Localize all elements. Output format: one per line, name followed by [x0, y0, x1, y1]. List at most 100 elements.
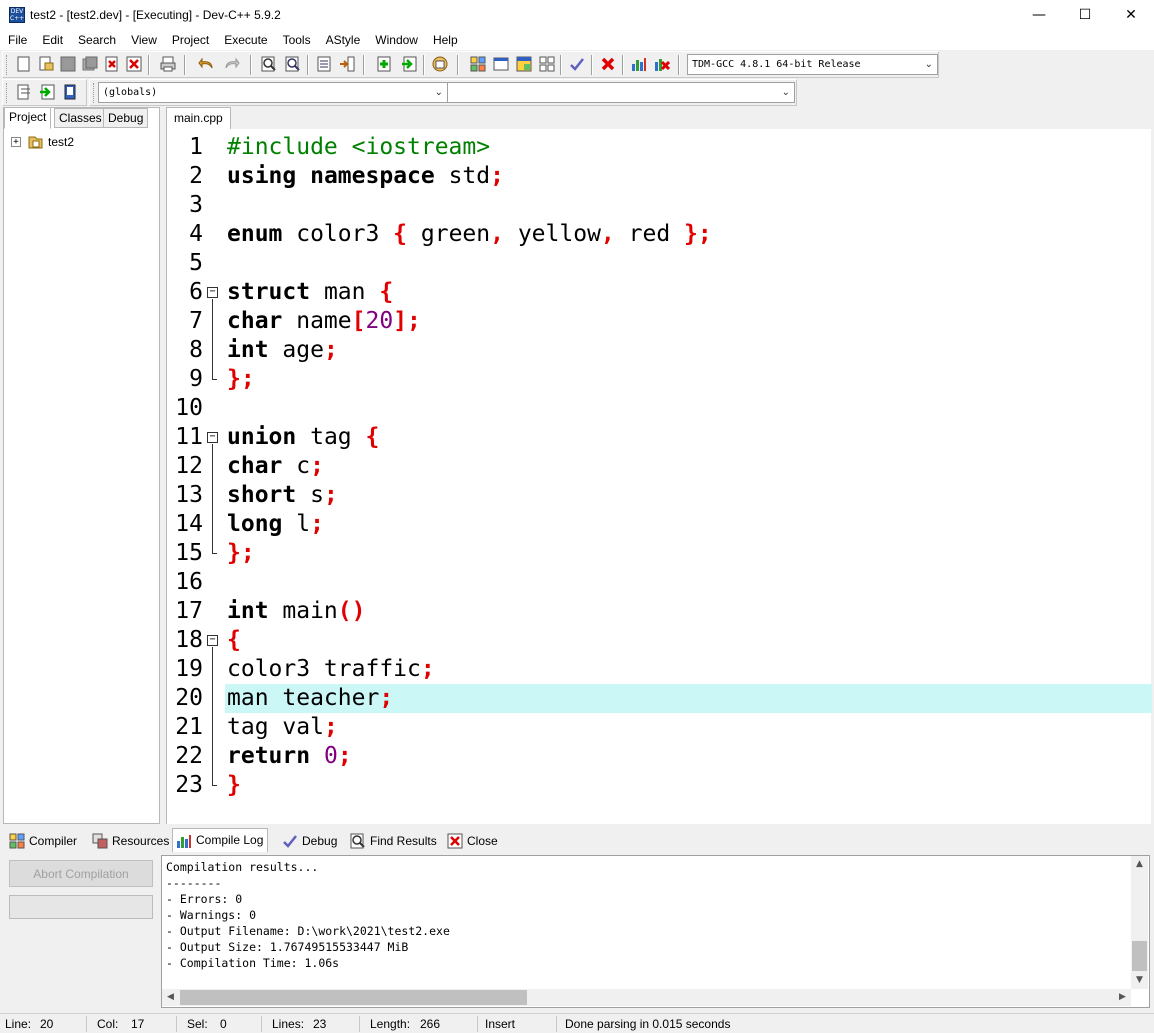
- toolbar-grip[interactable]: [6, 55, 10, 75]
- project-panel: [3, 107, 160, 824]
- scroll-thumb[interactable]: [1132, 941, 1147, 971]
- find-icon[interactable]: [259, 54, 279, 74]
- fold-toggle-icon[interactable]: −: [207, 432, 218, 443]
- line-number: 17: [175, 598, 203, 624]
- run-icon[interactable]: [491, 54, 511, 74]
- menu-execute[interactable]: Execute: [216, 30, 274, 50]
- remove-from-project-icon[interactable]: [399, 54, 419, 74]
- line-number: 14: [175, 511, 203, 537]
- goto-line-icon[interactable]: [314, 54, 334, 74]
- syntax-check-icon[interactable]: [567, 54, 587, 74]
- print-icon[interactable]: [158, 54, 178, 74]
- tab-main-cpp[interactable]: main.cpp: [166, 107, 231, 129]
- tab-find-results[interactable]: Find Results: [347, 830, 441, 852]
- toolbar-grip[interactable]: [93, 83, 97, 103]
- menu-tools[interactable]: Tools: [275, 30, 318, 50]
- close-file-icon[interactable]: [102, 54, 122, 74]
- tab-debug[interactable]: Debug: [279, 830, 341, 852]
- line-number: 23: [175, 772, 203, 798]
- menu-astyle[interactable]: AStyle: [318, 30, 368, 50]
- log-horizontal-scrollbar[interactable]: ◀ ▶: [162, 989, 1131, 1006]
- menu-view[interactable]: View: [123, 30, 164, 50]
- save-all-icon[interactable]: [80, 54, 100, 74]
- menu-window[interactable]: Window: [367, 30, 425, 50]
- toggle-bookmark-icon[interactable]: [337, 54, 357, 74]
- project-options-icon[interactable]: [430, 54, 450, 74]
- goto-declaration-icon[interactable]: [37, 82, 57, 102]
- menu-file[interactable]: File: [0, 30, 34, 50]
- toolbar-separator: [457, 55, 459, 75]
- maximize-button[interactable]: ☐: [1062, 0, 1108, 30]
- menu-project[interactable]: Project: [164, 30, 216, 50]
- close-all-icon[interactable]: [124, 54, 144, 74]
- toolbar-separator: [184, 55, 186, 75]
- log-vertical-scrollbar[interactable]: ▲ ▼: [1131, 856, 1148, 989]
- toolbar-separator: [363, 55, 365, 75]
- code-line: {: [227, 627, 241, 653]
- scope-toolbar: (globals) ⌄ ⌄: [89, 79, 797, 106]
- scroll-thumb[interactable]: [180, 990, 527, 1005]
- tab-resources[interactable]: Resources: [89, 830, 173, 852]
- status-line-label: Line:: [5, 1017, 32, 1031]
- close-button[interactable]: ✕: [1108, 0, 1154, 30]
- abort-compilation-button[interactable]: Abort Compilation: [9, 860, 153, 887]
- line-number: 18: [175, 627, 203, 653]
- status-col-value: 17: [131, 1017, 145, 1031]
- log-line: Compilation results...: [166, 860, 319, 874]
- tab-close[interactable]: Close: [444, 830, 502, 852]
- fold-guide: [212, 299, 213, 379]
- toolbar-separator: [560, 55, 562, 75]
- title-bar: DEV C++ test2 - [test2.dev] - [Executing…: [0, 0, 1154, 30]
- new-file-icon[interactable]: [14, 54, 34, 74]
- code-line: char name[20];: [227, 308, 421, 334]
- goto-definition-icon[interactable]: [60, 82, 80, 102]
- compile-log[interactable]: Compilation results... -------- - Errors…: [161, 855, 1150, 1008]
- fold-toggle-icon[interactable]: −: [207, 635, 218, 646]
- tab-classes[interactable]: Classes: [54, 108, 107, 128]
- scope-select[interactable]: (globals) ⌄: [98, 82, 448, 103]
- status-lines-value: 23: [313, 1017, 327, 1031]
- minimize-button[interactable]: —: [1016, 0, 1062, 30]
- chart-icon: [177, 834, 191, 848]
- tab-compile-log[interactable]: Compile Log: [172, 828, 269, 852]
- log-line: - Compilation Time: 1.06s: [166, 956, 340, 970]
- function-select[interactable]: ⌄: [447, 82, 795, 103]
- profile-icon[interactable]: [629, 54, 649, 74]
- fold-toggle-icon[interactable]: −: [207, 287, 218, 298]
- tree-expander[interactable]: +: [11, 137, 21, 147]
- tab-compiler[interactable]: Compiler: [6, 830, 81, 852]
- compile-run-icon[interactable]: [514, 54, 534, 74]
- code-editor[interactable]: 1 2 3 4 5 6 7 8 9 10 11 12 13 14 15 16 1…: [166, 129, 1152, 824]
- menu-edit[interactable]: Edit: [34, 30, 70, 50]
- open-file-icon[interactable]: [36, 54, 56, 74]
- line-number: 20: [175, 685, 203, 711]
- menu-search[interactable]: Search: [70, 30, 123, 50]
- insert-icon[interactable]: [14, 82, 34, 102]
- toolbar-grip[interactable]: [6, 83, 10, 103]
- scroll-down-icon[interactable]: ▼: [1131, 972, 1148, 989]
- scroll-up-icon[interactable]: ▲: [1131, 856, 1148, 873]
- scroll-right-icon[interactable]: ▶: [1114, 989, 1131, 1006]
- line-number: 6: [189, 279, 203, 305]
- find-icon: [350, 833, 365, 849]
- redo-icon[interactable]: [222, 54, 242, 74]
- status-separator: [176, 1016, 177, 1032]
- menu-help[interactable]: Help: [425, 30, 465, 50]
- tab-debug-left[interactable]: Debug: [103, 108, 149, 128]
- tab-project[interactable]: Project: [4, 107, 52, 129]
- add-to-project-icon[interactable]: [375, 54, 395, 74]
- compile-icon[interactable]: [468, 54, 488, 74]
- tab-label: Compiler: [29, 833, 78, 848]
- undo-icon[interactable]: [196, 54, 216, 74]
- fold-guide: [212, 647, 213, 785]
- rebuild-all-icon[interactable]: [537, 54, 557, 74]
- stop-execution-icon[interactable]: [598, 54, 618, 74]
- code-line: long l;: [227, 511, 324, 537]
- compiler-select[interactable]: TDM-GCC 4.8.1 64-bit Release ⌄: [687, 54, 938, 75]
- save-icon[interactable]: [58, 54, 78, 74]
- replace-icon[interactable]: [283, 54, 303, 74]
- scroll-left-icon[interactable]: ◀: [162, 989, 179, 1006]
- line-number: 19: [175, 656, 203, 682]
- project-tree-item[interactable]: test2: [48, 135, 74, 149]
- delete-profile-icon[interactable]: [652, 54, 672, 74]
